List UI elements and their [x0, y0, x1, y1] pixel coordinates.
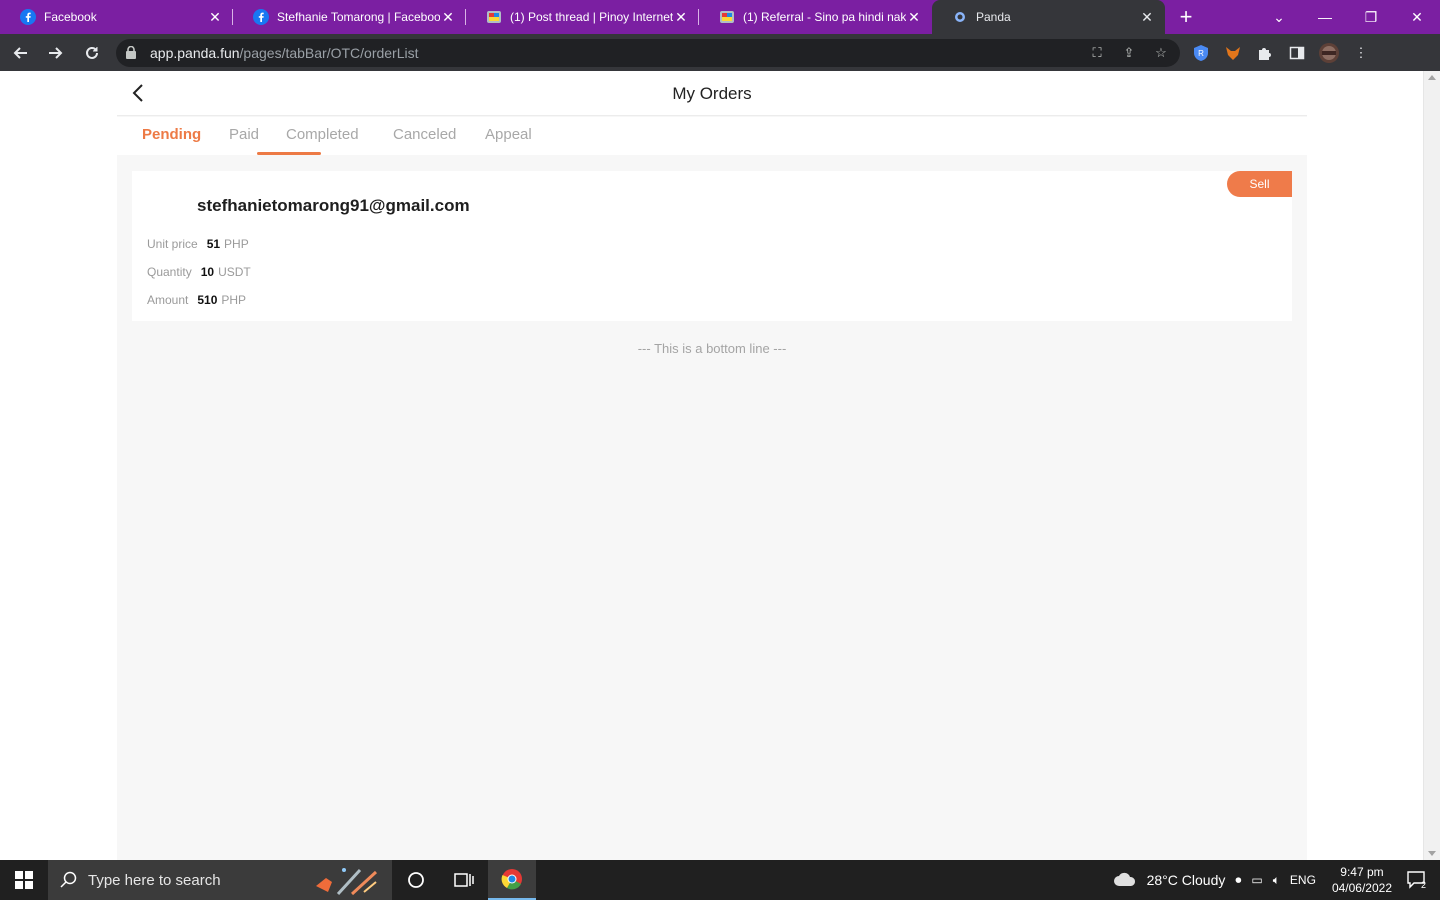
network-icon[interactable]: ▭: [1251, 873, 1262, 887]
language-indicator[interactable]: ENG: [1290, 873, 1316, 887]
search-icon: [60, 871, 78, 889]
menu-kebab-icon[interactable]: ⋮: [1350, 42, 1372, 64]
tab-search-icon[interactable]: ⌄: [1256, 0, 1302, 34]
order-status-tabs: Pending Paid Completed Canceled Appeal: [117, 117, 1307, 155]
browser-tab-facebook[interactable]: Facebook ✕: [0, 0, 233, 34]
cortana-icon[interactable]: [392, 860, 440, 900]
windows-start-icon[interactable]: [0, 860, 48, 900]
amount-currency: PHP: [221, 293, 247, 307]
orders-app: My Orders Pending Paid Completed Cancele…: [117, 71, 1307, 860]
browser-tab-stefhanie-facebook[interactable]: Stefhanie Tomarong | Facebook ✕: [233, 0, 466, 34]
tab-canceled[interactable]: Canceled: [393, 126, 456, 143]
globe-icon: [952, 9, 968, 25]
new-tab-button[interactable]: +: [1169, 0, 1203, 34]
back-arrow-icon[interactable]: [4, 37, 36, 69]
tab-title: Facebook: [44, 10, 97, 24]
tab-title: (1) Post thread | Pinoy Internet a: [510, 10, 673, 24]
amount-value: 510: [197, 293, 218, 307]
page-title: My Orders: [672, 84, 752, 103]
lock-icon[interactable]: [126, 46, 140, 59]
fox-extension-icon[interactable]: [1222, 42, 1244, 64]
tab-title: Panda: [976, 10, 1011, 24]
unit-price-label: Unit price: [147, 237, 198, 251]
chrome-taskbar-icon[interactable]: [488, 860, 536, 900]
forum-icon: [486, 9, 502, 25]
tab-indicator: [257, 152, 321, 155]
volume-icon[interactable]: 🔈︎: [1273, 873, 1280, 888]
clock[interactable]: 9:47 pm 04/06/2022: [1332, 864, 1392, 896]
share-icon[interactable]: ⇪: [1120, 44, 1138, 62]
unit-price-currency: PHP: [224, 237, 249, 251]
unit-price-value: 51: [206, 237, 221, 251]
tab-appeal[interactable]: Appeal: [485, 126, 532, 143]
side-panel-icon[interactable]: [1286, 42, 1308, 64]
svg-text:R: R: [1198, 49, 1204, 58]
system-tray: 28°C Cloudy ⏺ ▭ 🔈︎ ENG 9:47 pm 04/06/202…: [1113, 864, 1440, 896]
translate-icon[interactable]: ⛶: [1088, 44, 1106, 62]
task-view-icon[interactable]: [440, 860, 488, 900]
page-scrollbar[interactable]: [1423, 71, 1440, 860]
page-header: My Orders: [117, 71, 1307, 116]
browser-tab-referral[interactable]: (1) Referral - Sino pa hindi naka ✕: [699, 0, 932, 34]
order-type-badge: Sell: [1227, 171, 1292, 197]
facebook-icon: [20, 9, 36, 25]
quantity-currency: USDT: [218, 265, 251, 279]
reload-icon[interactable]: [76, 37, 108, 69]
forum-icon: [719, 9, 735, 25]
order-card[interactable]: stefhanietomarong91@gmail.com Sell Unit …: [132, 171, 1292, 321]
quantity-row: Quantity 10 USDT: [147, 265, 251, 279]
scroll-down-icon[interactable]: [1428, 851, 1436, 856]
minimize-icon[interactable]: —: [1302, 0, 1348, 34]
window-close-icon[interactable]: ✕: [1394, 0, 1440, 34]
amount-label: Amount: [147, 293, 189, 307]
close-icon[interactable]: ✕: [207, 9, 223, 25]
scroll-up-icon[interactable]: [1428, 75, 1436, 80]
windows-taskbar: Type here to search 28°C Cloudy ⏺ ▭ 🔈︎ E…: [0, 860, 1440, 900]
tab-title: Stefhanie Tomarong | Facebook: [277, 10, 440, 24]
forward-arrow-icon[interactable]: [40, 37, 72, 69]
taskbar-search-box[interactable]: Type here to search: [48, 860, 392, 900]
shield-extension-icon[interactable]: R: [1190, 42, 1212, 64]
profile-avatar[interactable]: [1318, 42, 1340, 64]
tab-completed[interactable]: Completed: [286, 126, 359, 143]
tab-title: (1) Referral - Sino pa hindi naka: [743, 10, 906, 24]
browser-tab-post-thread[interactable]: (1) Post thread | Pinoy Internet a ✕: [466, 0, 699, 34]
address-bar[interactable]: app.panda.fun/pages/tabBar/OTC/orderList…: [116, 38, 1180, 67]
unit-price-row: Unit price 51 PHP: [147, 237, 249, 251]
amount-row: Amount 510 PHP: [147, 293, 246, 307]
browser-toolbar: app.panda.fun/pages/tabBar/OTC/orderList…: [0, 34, 1440, 71]
facebook-icon: [253, 9, 269, 25]
order-counterparty-email: stefhanietomarong91@gmail.com: [197, 196, 470, 215]
browser-tab-strip: Facebook ✕ Stefhanie Tomarong | Facebook…: [0, 0, 1440, 34]
tab-pending[interactable]: Pending: [142, 126, 201, 143]
browser-tab-panda[interactable]: Panda ✕: [932, 0, 1165, 34]
restore-icon[interactable]: ❐: [1348, 0, 1394, 34]
tab-paid[interactable]: Paid: [229, 126, 259, 143]
clock-time: 9:47 pm: [1340, 865, 1384, 879]
clock-date: 04/06/2022: [1331, 881, 1392, 895]
url-host: app.panda.fun: [150, 44, 240, 61]
cloud-icon[interactable]: [1113, 871, 1137, 890]
search-highlight-illustration: [308, 864, 384, 896]
puzzle-extensions-icon[interactable]: [1254, 42, 1276, 64]
search-placeholder: Type here to search: [88, 871, 221, 889]
page-viewport: My Orders Pending Paid Completed Cancele…: [0, 71, 1440, 860]
notification-count: 2: [1421, 880, 1426, 890]
list-end-text: --- This is a bottom line ---: [637, 341, 787, 356]
url-path: /pages/tabBar/OTC/orderList: [239, 44, 419, 61]
camera-icon[interactable]: ⏺: [1235, 873, 1241, 888]
notification-center-icon[interactable]: 2: [1402, 870, 1432, 890]
close-icon[interactable]: ✕: [1139, 9, 1155, 25]
quantity-value: 10: [200, 265, 215, 279]
close-icon[interactable]: ✕: [906, 9, 922, 25]
bookmark-star-icon[interactable]: ☆: [1152, 44, 1170, 62]
quantity-label: Quantity: [147, 265, 192, 279]
close-icon[interactable]: ✕: [673, 9, 689, 25]
weather-text[interactable]: 28°C Cloudy: [1147, 872, 1226, 888]
close-icon[interactable]: ✕: [440, 9, 456, 25]
